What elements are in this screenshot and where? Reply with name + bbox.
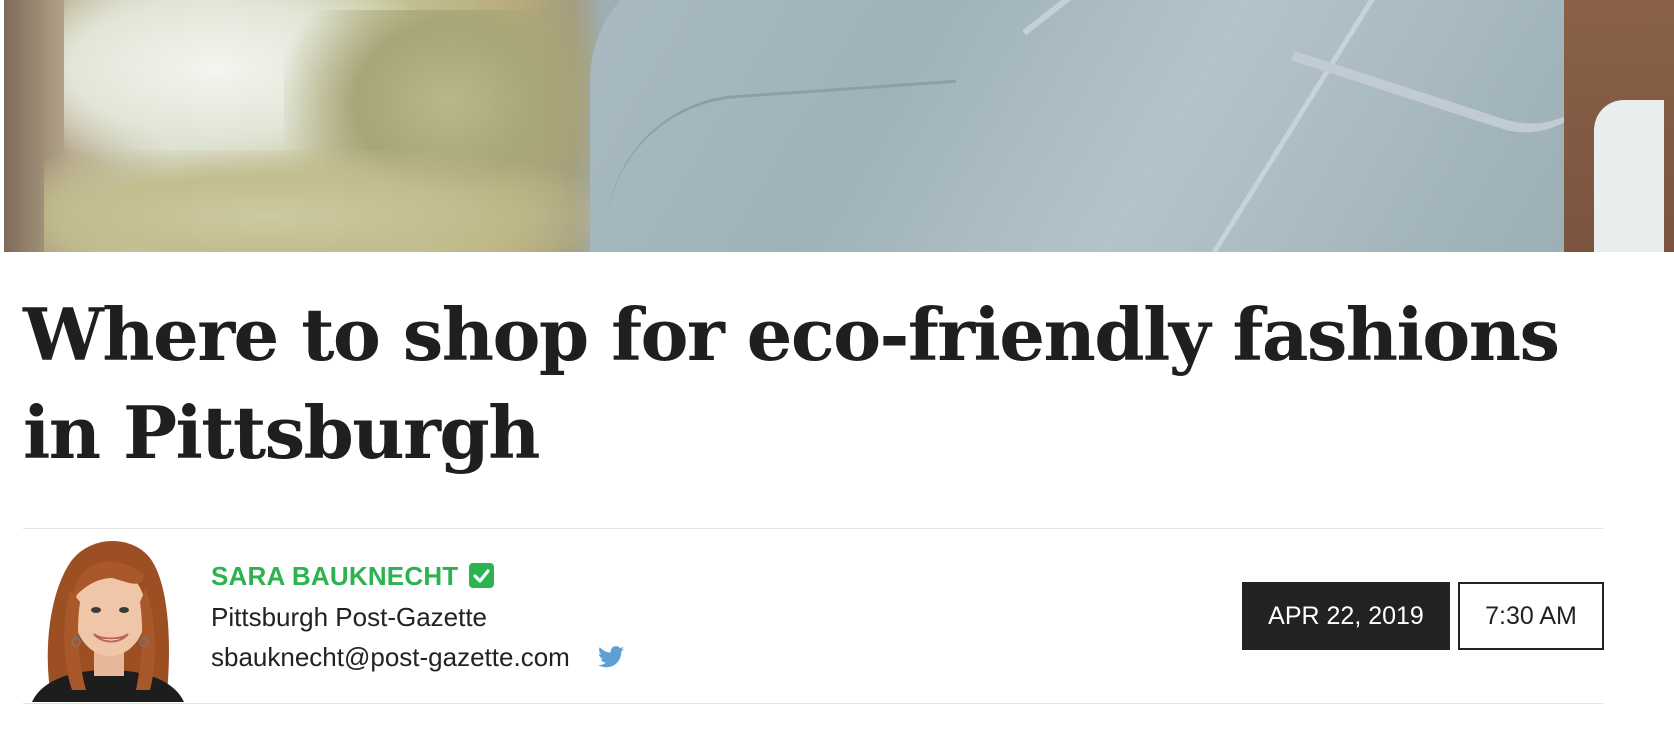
byline-divider-top	[23, 528, 1603, 529]
publish-time-badge: 7:30 AM	[1458, 582, 1604, 650]
article-headline: Where to shop for eco-friendly fashions …	[23, 292, 1560, 475]
author-organization: Pittsburgh Post-Gazette	[211, 602, 488, 632]
byline-divider-bottom	[23, 703, 1603, 704]
author-email-link[interactable]: sbauknecht@post-gazette.com	[211, 642, 570, 673]
twitter-icon[interactable]	[598, 645, 624, 669]
check-square-icon	[469, 563, 494, 588]
author-avatar[interactable]	[32, 530, 184, 702]
author-name-link[interactable]: SARA BAUKNECHT	[211, 561, 458, 592]
hero-image	[4, 0, 1674, 252]
publish-date-badge: APR 22, 2019	[1242, 582, 1450, 650]
